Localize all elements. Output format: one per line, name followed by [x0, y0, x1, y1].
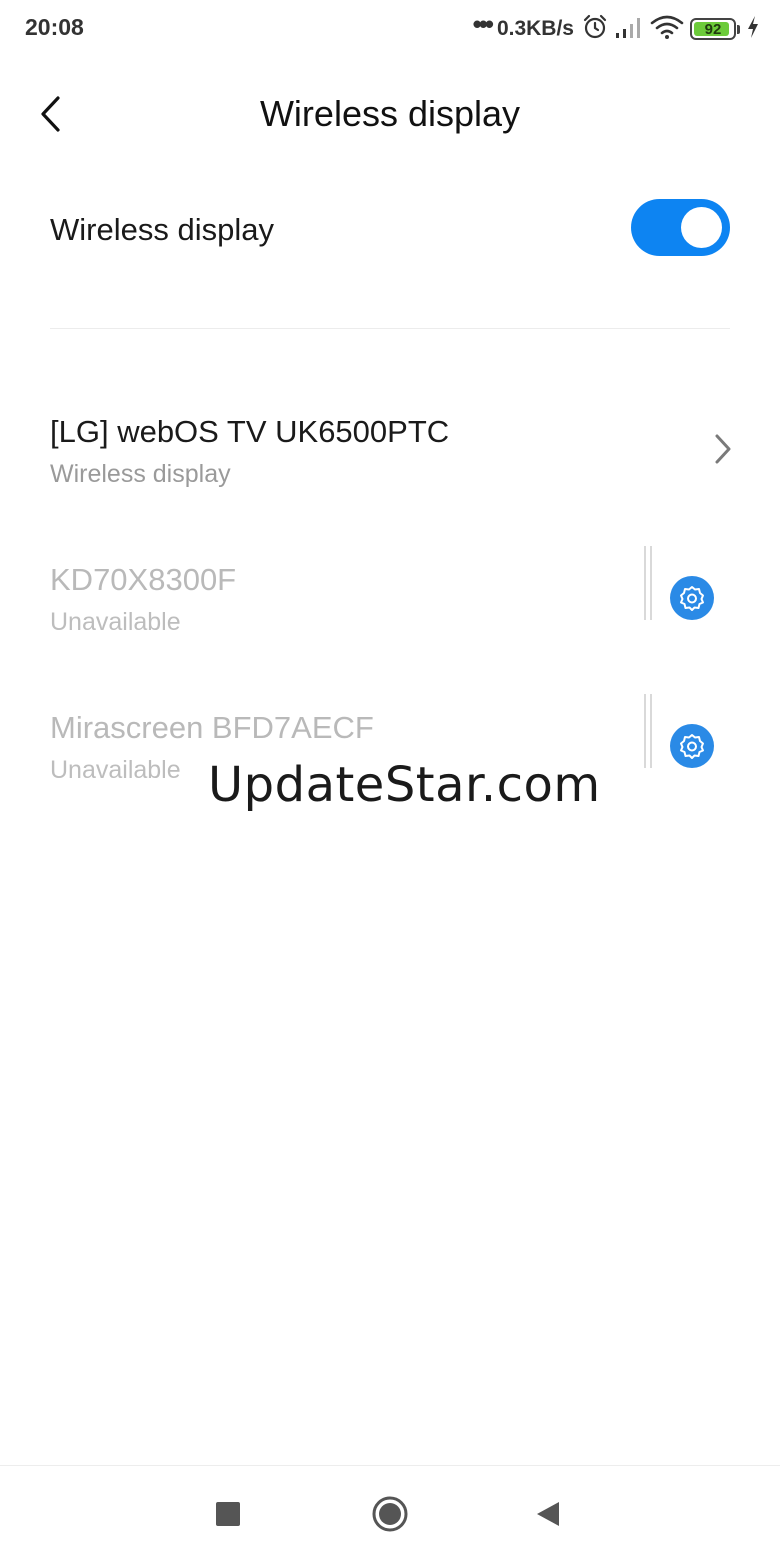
charging-icon — [746, 15, 760, 44]
device-status: Wireless display — [50, 460, 231, 488]
settings-icon — [680, 734, 704, 759]
home-button[interactable] — [370, 1494, 410, 1534]
separator — [644, 546, 654, 620]
home-icon — [372, 1496, 408, 1532]
battery-level: 92 — [704, 20, 722, 38]
wireless-display-screen: 20:08 ••• 0.3KB/s 92 Wireless display Wi… — [0, 0, 780, 1560]
device-row-kd70x8300f[interactable]: KD70X8300F Unavailable — [0, 546, 780, 682]
settings-icon — [680, 586, 704, 611]
network-speed: 0.3KB/s — [496, 17, 574, 40]
signal-icon — [614, 15, 644, 44]
recents-button[interactable] — [208, 1494, 248, 1534]
device-name: Mirascreen BFD7AECF — [50, 710, 374, 745]
status-bar: 20:08 ••• 0.3KB/s 92 — [0, 0, 780, 58]
device-row-lg[interactable]: [LG] webOS TV UK6500PTC Wireless display — [0, 414, 780, 534]
separator — [644, 694, 654, 768]
device-settings-button[interactable] — [670, 724, 714, 768]
device-status: Unavailable — [50, 608, 181, 636]
device-name: [LG] webOS TV UK6500PTC — [50, 414, 450, 449]
device-settings-button[interactable] — [670, 576, 714, 620]
switch-knob — [681, 207, 722, 248]
recents-icon — [216, 1502, 240, 1526]
back-nav-button[interactable] — [528, 1494, 568, 1534]
wireless-display-switch[interactable] — [631, 199, 730, 256]
battery-icon: 92 — [690, 18, 740, 40]
device-name: KD70X8300F — [50, 562, 237, 597]
wireless-display-toggle-row[interactable]: Wireless display — [0, 185, 780, 275]
alarm-icon — [582, 14, 608, 45]
device-status: Unavailable — [50, 756, 181, 784]
status-icons: ••• 0.3KB/s 92 — [472, 8, 760, 46]
status-time: 20:08 — [25, 14, 84, 40]
wifi-icon — [650, 14, 684, 45]
navigation-bar — [0, 1465, 780, 1560]
notification-dots: ••• — [472, 8, 494, 39]
chevron-right-icon — [715, 434, 731, 464]
page-title: Wireless display — [259, 93, 521, 134]
watermark: UpdateStar.com — [208, 757, 601, 813]
back-icon — [537, 1502, 559, 1526]
toggle-label: Wireless display — [50, 212, 274, 247]
divider — [50, 328, 730, 329]
